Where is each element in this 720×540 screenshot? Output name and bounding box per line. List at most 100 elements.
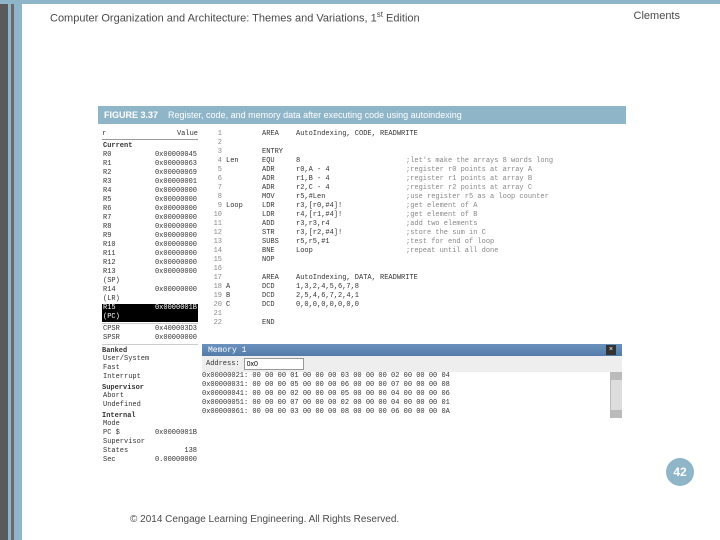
line-number: 15 xyxy=(202,256,224,265)
reg-row: PC $0x0000001B xyxy=(102,429,198,438)
reg-row-pc: R15 (PC)0x0000001B xyxy=(102,304,198,322)
reg-row: R14 (LR)0x00000000 xyxy=(102,286,198,304)
reg-row: R120x00000000 xyxy=(102,259,198,268)
reg-row: R13 (SP)0x00000000 xyxy=(102,268,198,286)
code-line: CDCD0,0,0,0,0,0,0,0 xyxy=(226,301,622,310)
line-number: 3 xyxy=(202,148,224,157)
reg-supervisor: Supervisor xyxy=(102,384,198,392)
line-number: 9 xyxy=(202,202,224,211)
reg-row: R60x00000000 xyxy=(102,205,198,214)
figure-container: FIGURE 3.37 Register, code, and memory d… xyxy=(98,106,626,422)
code-line: BNELoop;repeat until all done xyxy=(226,247,622,256)
line-number: 13 xyxy=(202,238,224,247)
line-number: 11 xyxy=(202,220,224,229)
memory-address-bar: Address: xyxy=(202,356,622,372)
book-title: Computer Organization and Architecture: … xyxy=(50,10,420,25)
memory-title: Memory 1 xyxy=(208,346,246,355)
code-line-numbers: 12345678910111213141516171819202122 xyxy=(202,130,224,328)
close-icon[interactable]: × xyxy=(606,345,616,355)
title-text-pre: Computer Organization and Architecture: … xyxy=(50,13,377,25)
code-line: LenEQU8;let's make the arrays 8 words lo… xyxy=(226,157,622,166)
line-number: 10 xyxy=(202,211,224,220)
line-number: 17 xyxy=(202,274,224,283)
reg-header-left: r xyxy=(102,130,126,138)
code-line xyxy=(226,265,622,274)
memory-panel: Memory 1 × Address: 0x00000021: 00 00 00… xyxy=(202,344,622,420)
line-number: 4 xyxy=(202,157,224,166)
line-number: 22 xyxy=(202,319,224,328)
code-line: BDCD2,5,4,6,7,2,4,1 xyxy=(226,292,622,301)
reg-usersys: User/System xyxy=(102,355,198,364)
reg-row: Sec0.00000000 xyxy=(102,456,198,465)
code-line xyxy=(226,310,622,319)
code-line: ENTRY xyxy=(226,148,622,157)
slide-header: Computer Organization and Architecture: … xyxy=(50,10,680,25)
memory-data: 0x00000021: 00 00 00 01 00 00 00 03 00 0… xyxy=(202,372,610,418)
line-number: 21 xyxy=(202,310,224,319)
code-line xyxy=(226,139,622,148)
line-number: 8 xyxy=(202,193,224,202)
memory-row: 0x00000031: 00 00 00 05 00 00 00 06 00 0… xyxy=(202,381,610,390)
copyright-footer: © 2014 Cengage Learning Engineering. All… xyxy=(130,514,399,525)
reg-fastint: Fast Interrupt xyxy=(102,364,198,382)
memory-addr-input[interactable] xyxy=(244,358,304,370)
code-line: END xyxy=(226,319,622,328)
reg-row: R70x00000000 xyxy=(102,214,198,223)
page-number-badge: 42 xyxy=(666,458,694,486)
line-number: 1 xyxy=(202,130,224,139)
reg-group-current: Current xyxy=(102,142,198,151)
memory-addr-label: Address: xyxy=(206,360,240,368)
reg-header-right: Value xyxy=(177,130,198,138)
code-line: LDRr4,[r1,#4]!;get element of B xyxy=(226,211,622,220)
code-panel: AREAAutoIndexing, CODE, READWRITE ENTRYLe… xyxy=(226,130,622,328)
memory-row: 0x00000021: 00 00 00 01 00 00 00 03 00 0… xyxy=(202,372,610,381)
left-dark-stripe xyxy=(0,4,8,540)
reg-row: States138 xyxy=(102,447,198,456)
reg-row: R20x00000069 xyxy=(102,169,198,178)
reg-row: R90x00000000 xyxy=(102,232,198,241)
code-line: ADRr0,A - 4;register r0 points at array … xyxy=(226,166,622,175)
code-line: SUBSr5,r5,#1;test for end of loop xyxy=(226,238,622,247)
memory-scrollbar[interactable] xyxy=(610,372,622,418)
figure-number: FIGURE 3.37 xyxy=(104,110,158,120)
reg-banked: Banked xyxy=(102,347,198,355)
reg-row: Mode xyxy=(102,420,198,429)
reg-row: R00x00000045 xyxy=(102,151,198,160)
line-number: 2 xyxy=(202,139,224,148)
code-line: LoopLDRr3,[r0,#4]!;get element of A xyxy=(226,202,622,211)
line-number: 14 xyxy=(202,247,224,256)
reg-row: R40x00000000 xyxy=(102,187,198,196)
reg-undef: Undefined xyxy=(102,401,198,410)
reg-row: R50x00000000 xyxy=(102,196,198,205)
reg-row: Supervisor xyxy=(102,438,198,447)
reg-row: R10x00000063 xyxy=(102,160,198,169)
figure-caption-text: Register, code, and memory data after ex… xyxy=(168,110,462,120)
reg-row: R100x00000000 xyxy=(102,241,198,250)
line-number: 18 xyxy=(202,283,224,292)
code-line: AREAAutoIndexing, DATA, READWRITE xyxy=(226,274,622,283)
reg-row: R80x00000000 xyxy=(102,223,198,232)
code-line: ADRr1,B - 4;register r1 points at array … xyxy=(226,175,622,184)
line-number: 12 xyxy=(202,229,224,238)
reg-row: R110x00000000 xyxy=(102,250,198,259)
code-line: AREAAutoIndexing, CODE, READWRITE xyxy=(226,130,622,139)
memory-row: 0x00000061: 00 00 00 03 00 00 00 08 00 0… xyxy=(202,408,610,417)
line-number: 6 xyxy=(202,175,224,184)
reg-row: R30x00000001 xyxy=(102,178,198,187)
author-name: Clements xyxy=(634,10,680,25)
reg-row-cpsr: CPSR0x400003D3 xyxy=(102,325,198,334)
reg-row-spsr: SPSR0x00000000 xyxy=(102,334,198,343)
figure-caption-bar: FIGURE 3.37 Register, code, and memory d… xyxy=(98,106,626,124)
code-line: STRr3,[r2,#4]!;store the sum in C xyxy=(226,229,622,238)
code-line: ADDr3,r3,r4;add two elements xyxy=(226,220,622,229)
register-header: r Value xyxy=(102,130,198,140)
line-number: 7 xyxy=(202,184,224,193)
line-number: 16 xyxy=(202,265,224,274)
code-line: MOVr5,#Len;use register r5 as a loop cou… xyxy=(226,193,622,202)
memory-title-bar: Memory 1 × xyxy=(202,344,622,356)
line-number: 19 xyxy=(202,292,224,301)
reg-internal: Internal xyxy=(102,412,198,420)
title-text-post: Edition xyxy=(383,13,420,25)
left-inner-stripe xyxy=(11,4,14,540)
line-number: 5 xyxy=(202,166,224,175)
